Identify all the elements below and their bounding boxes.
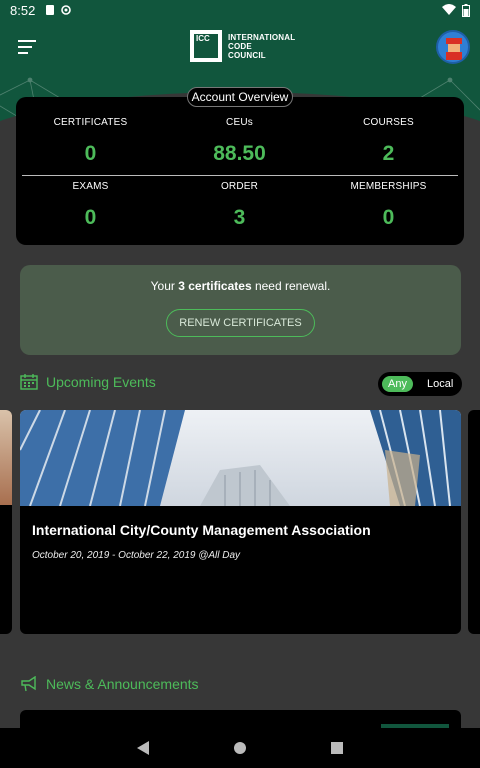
stat-exams[interactable]: EXAMS 0 [16,181,165,230]
renewal-panel: Your 3 certificates need renewal. RENEW … [20,265,461,355]
upcoming-events-heading: Upcoming Events [20,374,156,390]
logo-line-1: INTERNATIONAL [228,32,296,42]
previous-event-card[interactable] [0,410,12,634]
back-icon[interactable] [137,741,149,755]
next-event-card[interactable] [468,410,480,634]
event-title: International City/County Management Ass… [32,522,371,538]
logo-line-2: CODE [228,41,252,51]
stat-ceus[interactable]: CEUs 88.50 [165,117,314,166]
sync-icon [61,5,72,15]
toggle-any[interactable]: Any [382,376,413,392]
event-card[interactable]: International City/County Management Ass… [20,410,461,634]
logo-line-3: COUNCIL [228,50,266,60]
status-bar: 8:52 [0,0,480,20]
icc-logo: ICC INTERNATIONAL CODE COUNCIL [190,30,295,62]
icc-logo-mark: ICC [190,30,222,62]
event-image [20,410,461,506]
news-heading: News & Announcements [20,676,199,692]
stat-order[interactable]: ORDER 3 [165,181,314,230]
stat-courses[interactable]: COURSES 2 [314,117,463,166]
event-filter-toggle: Any Local [378,372,462,396]
calendar-icon [20,374,38,390]
recents-icon[interactable] [331,742,343,754]
system-navigation-bar [0,728,480,768]
status-time: 8:52 [10,2,36,18]
menu-button[interactable] [18,40,38,54]
megaphone-icon [21,676,36,692]
avatar[interactable] [436,30,470,64]
account-overview-title: Account Overview [187,87,293,107]
account-overview-card: CERTIFICATES 0 CEUs 88.50 COURSES 2 EXAM… [16,97,464,245]
renewal-message: Your 3 certificates need renewal. [150,279,331,293]
sim-icon [46,5,55,15]
home-icon[interactable] [234,742,246,754]
battery-icon [462,3,470,17]
overview-divider [22,175,458,176]
toggle-local[interactable]: Local [421,376,459,392]
stat-memberships[interactable]: MEMBERSHIPS 0 [314,181,463,230]
wifi-icon [442,4,456,15]
building-illustration [20,410,461,506]
stat-certificates[interactable]: CERTIFICATES 0 [16,117,165,166]
event-date: October 20, 2019 - October 22, 2019 @All… [32,550,241,561]
renew-certificates-button[interactable]: RENEW CERTIFICATES [166,309,315,337]
